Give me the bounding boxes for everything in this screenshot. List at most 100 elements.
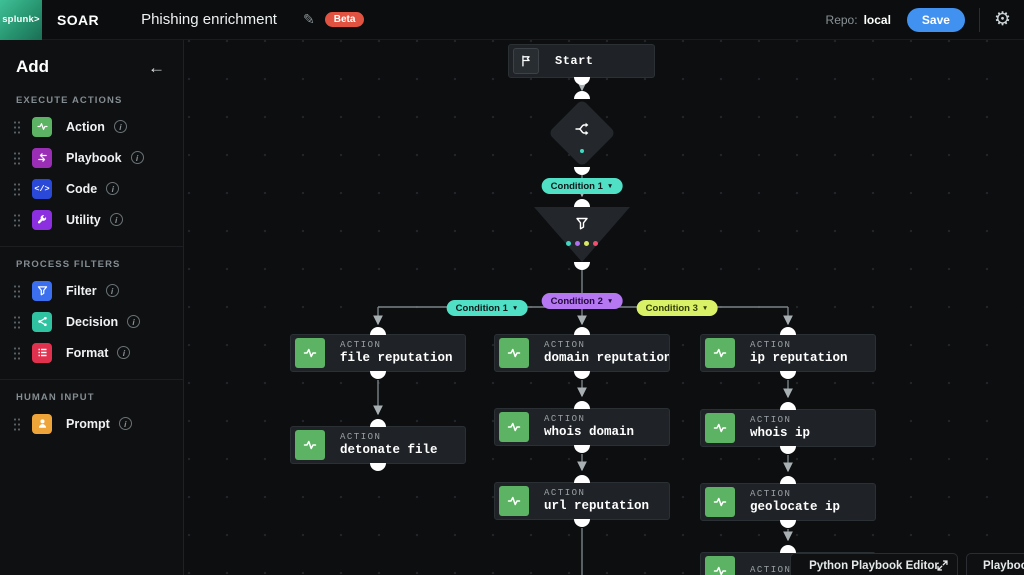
filter-condition-dots bbox=[534, 241, 630, 246]
sidebar-item-label: Code bbox=[66, 181, 98, 196]
panel-label: Playbook De bbox=[983, 559, 1024, 572]
start-node[interactable]: Start bbox=[508, 44, 655, 85]
decision-diamond-node[interactable] bbox=[548, 91, 616, 175]
sidebar-item-decision[interactable]: Decision i bbox=[0, 306, 183, 337]
sidebar-item-playbook[interactable]: Playbook i bbox=[0, 142, 183, 173]
drag-handle-icon[interactable] bbox=[13, 283, 21, 298]
settings-gear-icon[interactable]: ⚙ bbox=[994, 10, 1011, 29]
save-button[interactable]: Save bbox=[906, 7, 965, 32]
node-title: geolocate ip bbox=[750, 499, 841, 514]
collapse-sidebar-arrow-icon[interactable]: ← bbox=[148, 59, 165, 76]
node-title: file reputation bbox=[340, 350, 453, 365]
node-title: whois ip bbox=[750, 425, 811, 440]
sidebar-item-format[interactable]: Format i bbox=[0, 337, 183, 368]
product-name: SOAR bbox=[57, 11, 100, 28]
branch-condition-3-pill[interactable]: Condition 3 ▼ bbox=[636, 300, 718, 316]
playbook-title: Phishing enrichment bbox=[141, 11, 277, 28]
node-kind-label: ACTION bbox=[544, 413, 586, 424]
sidebar-item-label: Format bbox=[66, 345, 109, 360]
top-bar: splunk> SOAR Phishing enrichment ✎ Beta … bbox=[0, 0, 1024, 40]
filter-funnel-icon bbox=[32, 280, 52, 301]
decision-status-dot bbox=[580, 149, 584, 153]
start-flag-icon bbox=[513, 48, 539, 74]
branch-condition-2-pill[interactable]: Condition 2 ▼ bbox=[541, 293, 623, 309]
edit-title-icon[interactable]: ✎ bbox=[303, 11, 315, 28]
code-icon: </> bbox=[32, 178, 52, 199]
action-icon bbox=[499, 338, 529, 368]
action-node-geolocate-ip[interactable]: ACTION geolocate ip bbox=[700, 476, 876, 528]
caret-down-icon: ▼ bbox=[606, 182, 614, 190]
action-icon bbox=[499, 486, 529, 516]
prompt-person-icon bbox=[32, 413, 52, 434]
sidebar-item-prompt[interactable]: Prompt i bbox=[0, 408, 183, 439]
sidebar-item-action[interactable]: Action i bbox=[0, 111, 183, 142]
info-icon[interactable]: i bbox=[130, 151, 144, 164]
utility-wrench-icon bbox=[32, 209, 52, 230]
info-icon[interactable]: i bbox=[118, 417, 132, 430]
node-kind-label: ACTION bbox=[340, 339, 382, 350]
info-icon[interactable]: i bbox=[106, 182, 120, 195]
node-kind-label: ACTION bbox=[750, 488, 792, 499]
add-sidebar: Add ← EXECUTE ACTIONS Action i Playbook … bbox=[0, 40, 184, 575]
splunk-logo[interactable]: splunk> bbox=[0, 0, 42, 40]
info-icon[interactable]: i bbox=[113, 120, 127, 133]
action-icon bbox=[32, 116, 52, 137]
action-icon bbox=[499, 412, 529, 442]
sidebar-item-utility[interactable]: Utility i bbox=[0, 204, 183, 235]
decision-condition-pill[interactable]: Condition 1 ▼ bbox=[541, 178, 623, 194]
node-kind-label: ACTION bbox=[750, 565, 792, 575]
caret-down-icon: ▼ bbox=[511, 304, 519, 312]
section-heading-process-filters: PROCESS FILTERS bbox=[16, 259, 121, 270]
node-kind-label: ACTION bbox=[750, 414, 792, 425]
decision-branch-icon bbox=[32, 311, 52, 332]
format-list-icon bbox=[32, 342, 52, 363]
section-heading-human-input: HUMAN INPUT bbox=[16, 392, 95, 403]
sidebar-item-label: Decision bbox=[66, 314, 119, 329]
info-icon[interactable]: i bbox=[127, 315, 141, 328]
info-icon[interactable]: i bbox=[105, 284, 119, 297]
repo-label: Repo: bbox=[825, 12, 858, 27]
drag-handle-icon[interactable] bbox=[13, 150, 21, 165]
playbook-debugger-panel[interactable]: Playbook De bbox=[966, 553, 1024, 575]
drag-handle-icon[interactable] bbox=[13, 212, 21, 227]
sidebar-item-label: Filter bbox=[66, 283, 97, 298]
action-icon bbox=[295, 430, 325, 460]
decision-split-icon bbox=[575, 122, 589, 136]
drag-handle-icon[interactable] bbox=[13, 181, 21, 196]
action-node-detonate-file[interactable]: ACTION detonate file bbox=[290, 419, 466, 471]
sidebar-item-code[interactable]: </> Code i bbox=[0, 173, 183, 204]
action-node-url-reputation[interactable]: ACTION url reputation bbox=[494, 475, 670, 527]
branch-condition-1-pill[interactable]: Condition 1 ▼ bbox=[446, 300, 528, 316]
panel-label: Python Playbook Editor bbox=[809, 559, 939, 572]
action-node-whois-ip[interactable]: ACTION whois ip bbox=[700, 402, 876, 454]
sidebar-item-label: Utility bbox=[66, 212, 101, 227]
sidebar-section-divider bbox=[0, 379, 183, 380]
drag-handle-icon[interactable] bbox=[13, 416, 21, 431]
playbook-canvas[interactable]: Start Condition 1 ▼ Condition 1 ▼ Condit… bbox=[184, 40, 1024, 575]
drag-handle-icon[interactable] bbox=[13, 345, 21, 360]
info-icon[interactable]: i bbox=[117, 346, 131, 359]
action-node-whois-domain[interactable]: ACTION whois domain bbox=[494, 401, 670, 453]
node-kind-label: ACTION bbox=[544, 487, 586, 498]
action-node-file-reputation[interactable]: ACTION file reputation bbox=[290, 327, 466, 379]
action-node-domain-reputation[interactable]: ACTION domain reputation bbox=[494, 327, 670, 379]
sidebar-title: Add bbox=[16, 57, 50, 76]
expand-icon[interactable] bbox=[936, 559, 949, 572]
node-kind-label: ACTION bbox=[544, 339, 586, 350]
python-playbook-editor-panel[interactable]: Python Playbook Editor bbox=[790, 553, 958, 575]
topbar-divider bbox=[978, 7, 980, 32]
caret-down-icon: ▼ bbox=[701, 304, 709, 312]
drag-handle-icon[interactable] bbox=[13, 119, 21, 134]
sidebar-item-filter[interactable]: Filter i bbox=[0, 275, 183, 306]
info-icon[interactable]: i bbox=[109, 213, 123, 226]
action-node-ip-reputation[interactable]: ACTION ip reputation bbox=[700, 327, 876, 379]
drag-handle-icon[interactable] bbox=[13, 314, 21, 329]
filter-node[interactable] bbox=[534, 199, 630, 270]
action-icon bbox=[705, 338, 735, 368]
filter-funnel-icon bbox=[576, 217, 588, 230]
beta-badge: Beta bbox=[324, 12, 365, 27]
sidebar-item-label: Action bbox=[66, 119, 105, 134]
node-title: domain reputation bbox=[544, 350, 669, 365]
node-title: url reputation bbox=[544, 498, 650, 513]
action-icon bbox=[705, 556, 735, 575]
